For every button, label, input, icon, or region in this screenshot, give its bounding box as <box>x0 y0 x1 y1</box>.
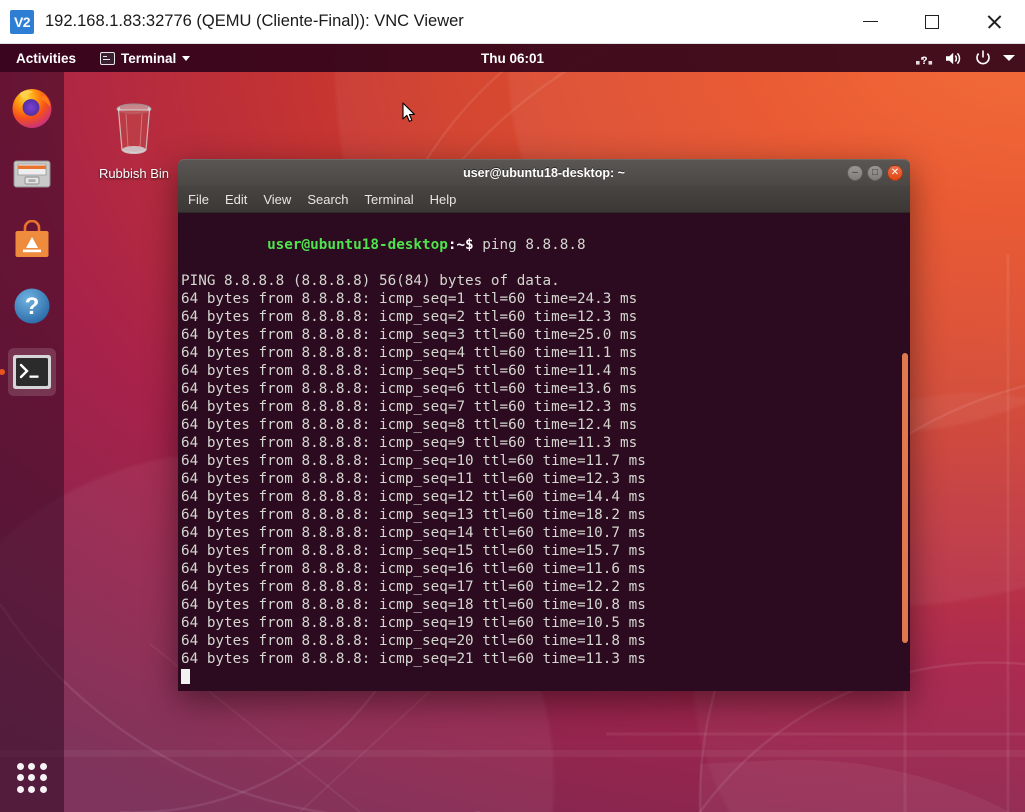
maximize-button[interactable] <box>901 0 963 44</box>
grid-dot <box>28 763 35 770</box>
clock[interactable]: Thu 06:01 <box>481 51 544 66</box>
terminal-output-line: 64 bytes from 8.8.8.8: icmp_seq=15 ttl=6… <box>180 542 910 560</box>
terminal-menubar: File Edit View Search Terminal Help <box>178 186 910 213</box>
terminal-cursor-line <box>180 668 910 686</box>
menu-edit[interactable]: Edit <box>225 192 247 207</box>
terminal-output-line: 64 bytes from 8.8.8.8: icmp_seq=18 ttl=6… <box>180 596 910 614</box>
terminal-output-lines: PING 8.8.8.8 (8.8.8.8) 56(84) bytes of d… <box>180 272 910 668</box>
terminal-output-line: 64 bytes from 8.8.8.8: icmp_seq=6 ttl=60… <box>180 380 910 398</box>
terminal-output-line: 64 bytes from 8.8.8.8: icmp_seq=20 ttl=6… <box>180 632 910 650</box>
prompt-path: :~$ <box>448 237 474 253</box>
grid-dot <box>28 786 35 793</box>
maximize-icon <box>925 15 939 29</box>
dock-item-ubuntu-software[interactable] <box>8 216 56 264</box>
terminal-output-line: 64 bytes from 8.8.8.8: icmp_seq=4 ttl=60… <box>180 344 910 362</box>
menu-terminal[interactable]: Terminal <box>365 192 414 207</box>
terminal-prompt-line: user@ubuntu18-desktop:~$ ping 8.8.8.8 <box>180 218 910 272</box>
terminal-output-line: PING 8.8.8.8 (8.8.8.8) 56(84) bytes of d… <box>180 272 910 290</box>
terminal-output-line: 64 bytes from 8.8.8.8: icmp_seq=19 ttl=6… <box>180 614 910 632</box>
terminal-output-line: 64 bytes from 8.8.8.8: icmp_seq=7 ttl=60… <box>180 398 910 416</box>
terminal-output-line: 64 bytes from 8.8.8.8: icmp_seq=11 ttl=6… <box>180 470 910 488</box>
grid-dot <box>40 786 47 793</box>
svg-text:?: ? <box>25 293 40 320</box>
chevron-down-icon <box>182 56 190 61</box>
power-icon[interactable] <box>975 50 991 66</box>
app-menu-terminal[interactable]: Terminal <box>100 51 190 66</box>
terminal-output-line: 64 bytes from 8.8.8.8: icmp_seq=12 ttl=6… <box>180 488 910 506</box>
terminal-output-line: 64 bytes from 8.8.8.8: icmp_seq=10 ttl=6… <box>180 452 910 470</box>
terminal-output-line: 64 bytes from 8.8.8.8: icmp_seq=3 ttl=60… <box>180 326 910 344</box>
terminal-output-line: 64 bytes from 8.8.8.8: icmp_seq=16 ttl=6… <box>180 560 910 578</box>
terminal-app-icon <box>12 354 52 390</box>
app-menu-label: Terminal <box>121 51 176 66</box>
terminal-cursor <box>181 669 190 684</box>
grid-dot <box>28 774 35 781</box>
menu-file[interactable]: File <box>188 192 209 207</box>
terminal-minimize-icon: – <box>852 168 858 178</box>
vnc-viewer-logo-icon: V2 <box>10 10 34 34</box>
ubuntu-software-icon <box>12 220 52 260</box>
grid-dot <box>40 774 47 781</box>
vnc-viewer-title: 192.168.1.83:32776 (QEMU (Cliente-Final)… <box>45 12 464 31</box>
terminal-output-line: 64 bytes from 8.8.8.8: icmp_seq=2 ttl=60… <box>180 308 910 326</box>
help-icon: ? <box>11 285 53 327</box>
menu-help[interactable]: Help <box>430 192 457 207</box>
system-tray: ? <box>916 50 1015 66</box>
ubuntu-top-panel: Activities Terminal Thu 06:01 ? <box>0 44 1025 72</box>
minimize-icon <box>863 21 878 23</box>
grid-dot <box>17 763 24 770</box>
close-button[interactable] <box>963 0 1025 44</box>
terminal-output-area[interactable]: user@ubuntu18-desktop:~$ ping 8.8.8.8 PI… <box>178 213 910 691</box>
desktop-icon-label: Rubbish Bin <box>92 166 176 181</box>
files-icon <box>11 153 53 195</box>
rubbish-bin-icon <box>106 100 162 158</box>
grid-dot <box>17 774 24 781</box>
minimize-button[interactable] <box>839 0 901 44</box>
terminal-scrollbar[interactable] <box>902 353 908 643</box>
terminal-icon <box>100 52 115 65</box>
terminal-window[interactable]: user@ubuntu18-desktop: ~ – □ ✕ File Edit <box>178 159 910 691</box>
screen: V2 192.168.1.83:32776 (QEMU (Cliente-Fin… <box>0 0 1025 812</box>
dock-item-terminal[interactable] <box>8 348 56 396</box>
terminal-output-line: 64 bytes from 8.8.8.8: icmp_seq=8 ttl=60… <box>180 416 910 434</box>
dock-item-help[interactable]: ? <box>8 282 56 330</box>
terminal-close-button[interactable]: ✕ <box>887 165 903 181</box>
terminal-close-icon: ✕ <box>891 168 899 178</box>
terminal-output-line: 64 bytes from 8.8.8.8: icmp_seq=17 ttl=6… <box>180 578 910 596</box>
terminal-maximize-button[interactable]: □ <box>867 165 883 181</box>
tray-chevron-down-icon[interactable] <box>1003 54 1015 62</box>
vnc-viewer-titlebar: V2 192.168.1.83:32776 (QEMU (Cliente-Fin… <box>0 0 1025 44</box>
close-icon <box>986 13 1003 30</box>
terminal-titlebar[interactable]: user@ubuntu18-desktop: ~ – □ ✕ <box>178 159 910 186</box>
terminal-title: user@ubuntu18-desktop: ~ <box>178 166 910 180</box>
menu-view[interactable]: View <box>263 192 291 207</box>
desktop-icon-rubbish-bin[interactable]: Rubbish Bin <box>92 100 176 181</box>
window-controls <box>839 0 1025 44</box>
ubuntu-dock: ? <box>0 72 64 812</box>
terminal-output-line: 64 bytes from 8.8.8.8: icmp_seq=14 ttl=6… <box>180 524 910 542</box>
terminal-output-line: 64 bytes from 8.8.8.8: icmp_seq=21 ttl=6… <box>180 650 910 668</box>
activities-button[interactable]: Activities <box>10 49 82 68</box>
svg-text:?: ? <box>921 55 928 66</box>
grid-dot <box>17 786 24 793</box>
firefox-icon <box>10 86 54 130</box>
dock-item-firefox[interactable] <box>8 84 56 132</box>
remote-desktop-viewport[interactable]: Activities Terminal Thu 06:01 ? <box>0 44 1025 812</box>
volume-icon[interactable] <box>945 51 963 66</box>
grid-dot <box>40 763 47 770</box>
network-question-icon[interactable]: ? <box>916 51 933 66</box>
dock-item-files[interactable] <box>8 150 56 198</box>
terminal-window-controls: – □ ✕ <box>847 165 903 181</box>
terminal-output-line: 64 bytes from 8.8.8.8: icmp_seq=9 ttl=60… <box>180 434 910 452</box>
menu-search[interactable]: Search <box>307 192 348 207</box>
terminal-maximize-icon: □ <box>872 168 878 178</box>
prompt-command: ping 8.8.8.8 <box>474 237 586 253</box>
show-applications-button[interactable] <box>12 758 52 798</box>
wallpaper-shape <box>700 760 1010 812</box>
terminal-output-line: 64 bytes from 8.8.8.8: icmp_seq=13 ttl=6… <box>180 506 910 524</box>
terminal-output-line: 64 bytes from 8.8.8.8: icmp_seq=1 ttl=60… <box>180 290 910 308</box>
prompt-user-host: user@ubuntu18-desktop <box>267 237 448 253</box>
terminal-minimize-button[interactable]: – <box>847 165 863 181</box>
terminal-output-line: 64 bytes from 8.8.8.8: icmp_seq=5 ttl=60… <box>180 362 910 380</box>
